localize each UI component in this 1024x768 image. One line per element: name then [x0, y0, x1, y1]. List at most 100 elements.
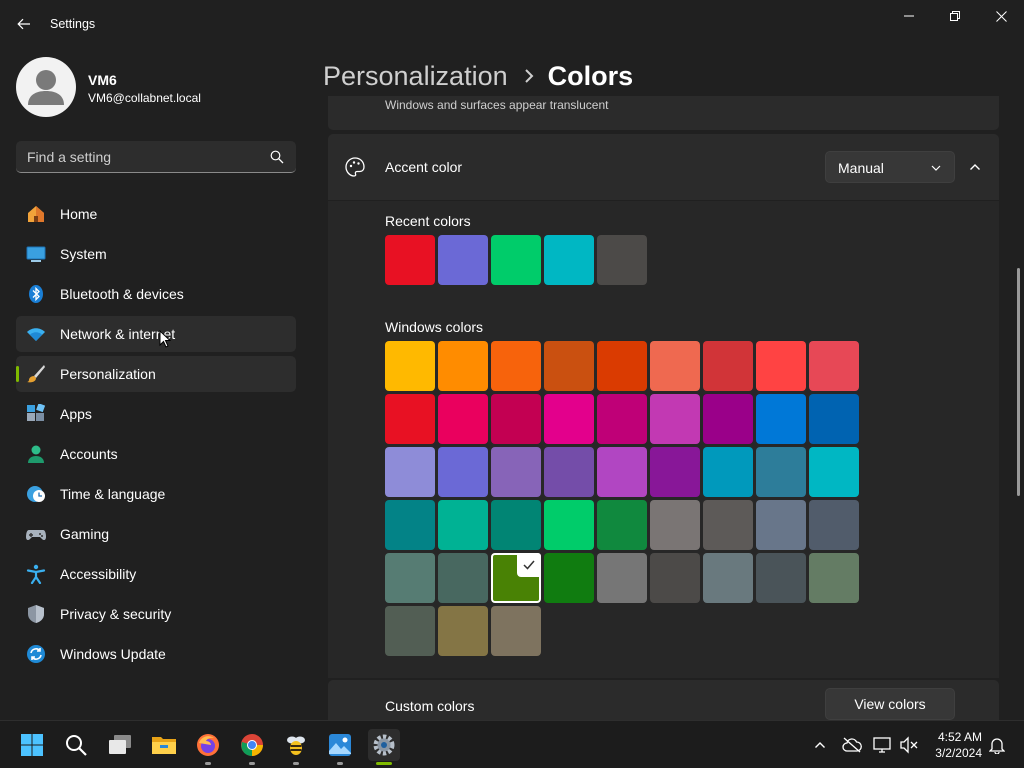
windows-color-swatch[interactable] [650, 500, 700, 550]
recent-color-swatch[interactable] [438, 235, 488, 285]
windows-color-swatch[interactable] [597, 500, 647, 550]
sidebar-item-network[interactable]: Network & internet [16, 316, 296, 352]
windows-color-swatch[interactable] [438, 394, 488, 444]
windows-color-swatch[interactable] [650, 341, 700, 391]
windows-color-swatch[interactable] [385, 447, 435, 497]
collapse-button[interactable] [961, 151, 989, 183]
sidebar-item-home[interactable]: Home [16, 196, 296, 232]
accent-color-panel: Recent colors Windows colors [328, 201, 999, 678]
windows-color-swatch[interactable] [385, 606, 435, 656]
windows-color-swatch[interactable] [544, 500, 594, 550]
selected-color-swatch[interactable] [491, 553, 541, 603]
windows-color-swatch[interactable] [756, 553, 806, 603]
recent-color-swatch[interactable] [385, 235, 435, 285]
windows-color-swatch[interactable] [491, 341, 541, 391]
windows-color-swatch[interactable] [385, 553, 435, 603]
sidebar-item-system[interactable]: System [16, 236, 296, 272]
sidebar-item-privacy-security[interactable]: Privacy & security [16, 596, 296, 632]
sidebar-item-accessibility[interactable]: Accessibility [16, 556, 296, 592]
taskbar-bee-app[interactable] [280, 729, 312, 765]
windows-color-swatch[interactable] [544, 553, 594, 603]
windows-color-swatch[interactable] [491, 447, 541, 497]
windows-color-swatch[interactable] [544, 447, 594, 497]
bee-app-icon [287, 736, 305, 755]
windows-color-swatch[interactable] [597, 394, 647, 444]
windows-color-swatch[interactable] [650, 394, 700, 444]
windows-color-swatch[interactable] [491, 500, 541, 550]
windows-color-swatch[interactable] [809, 553, 859, 603]
breadcrumb-parent[interactable]: Personalization [323, 61, 508, 92]
sidebar-item-windows-update[interactable]: Windows Update [16, 636, 296, 672]
windows-color-swatch[interactable] [491, 394, 541, 444]
windows-color-swatch[interactable] [703, 394, 753, 444]
close-icon [995, 10, 1007, 22]
restore-button[interactable] [932, 0, 978, 32]
windows-color-swatch[interactable] [809, 394, 859, 444]
windows-color-swatch[interactable] [597, 447, 647, 497]
windows-color-swatch[interactable] [385, 500, 435, 550]
mouse-cursor-icon [159, 330, 171, 348]
windows-color-swatch[interactable] [438, 553, 488, 603]
windows-color-swatch[interactable] [756, 394, 806, 444]
sidebar-item-label: Apps [60, 406, 92, 422]
taskbar-search-button[interactable] [60, 729, 92, 761]
windows-color-swatch[interactable] [597, 553, 647, 603]
minimize-button[interactable] [886, 0, 932, 32]
sidebar-item-bluetooth[interactable]: Bluetooth & devices [16, 276, 296, 312]
windows-color-swatch[interactable] [650, 447, 700, 497]
windows-color-swatch[interactable] [385, 394, 435, 444]
windows-color-swatch[interactable] [809, 500, 859, 550]
taskbar-settings[interactable] [368, 729, 400, 765]
taskbar-photos[interactable] [324, 729, 356, 765]
windows-color-swatch[interactable] [438, 341, 488, 391]
accent-color-header[interactable]: Accent color Manual [328, 134, 999, 200]
sidebar-item-gaming[interactable]: Gaming [16, 516, 296, 552]
search-icon[interactable] [270, 150, 284, 164]
sidebar-item-personalization[interactable]: Personalization [16, 356, 296, 392]
windows-color-swatch[interactable] [756, 447, 806, 497]
windows-color-swatch[interactable] [544, 394, 594, 444]
back-button[interactable] [10, 10, 38, 38]
transparency-effects-card[interactable]: Windows and surfaces appear translucent [328, 96, 999, 130]
taskbar-firefox[interactable] [192, 729, 224, 765]
start-button[interactable] [16, 729, 48, 761]
user-profile[interactable]: VM6 VM6@collabnet.local [16, 57, 306, 119]
windows-color-swatch[interactable] [703, 447, 753, 497]
notifications-button[interactable] [987, 735, 1007, 755]
taskbar-file-explorer[interactable] [148, 729, 180, 761]
windows-color-swatch[interactable] [385, 341, 435, 391]
speaker-muted-icon [900, 736, 918, 754]
windows-color-swatch[interactable] [809, 447, 859, 497]
network-tray-button[interactable] [873, 735, 893, 755]
windows-color-swatch[interactable] [703, 553, 753, 603]
show-hidden-icons-button[interactable] [810, 735, 830, 755]
taskbar-clock[interactable]: 4:52 AM 3/2/2024 [928, 729, 982, 761]
task-view-button[interactable] [104, 729, 136, 761]
volume-tray-button[interactable] [899, 735, 919, 755]
windows-color-swatch[interactable] [491, 606, 541, 656]
accent-mode-dropdown[interactable]: Manual [825, 151, 955, 183]
windows-color-swatch[interactable] [597, 341, 647, 391]
windows-color-swatch[interactable] [544, 341, 594, 391]
windows-color-swatch[interactable] [703, 341, 753, 391]
windows-color-swatch[interactable] [438, 606, 488, 656]
windows-color-swatch[interactable] [438, 447, 488, 497]
onedrive-tray-button[interactable] [842, 735, 862, 755]
windows-color-swatch[interactable] [438, 500, 488, 550]
taskbar-chrome[interactable] [236, 729, 268, 765]
recent-color-swatch[interactable] [491, 235, 541, 285]
windows-color-swatch[interactable] [809, 341, 859, 391]
search-input[interactable] [16, 141, 266, 172]
view-colors-button[interactable]: View colors [825, 688, 955, 720]
recent-color-swatch[interactable] [597, 235, 647, 285]
windows-color-swatch[interactable] [756, 341, 806, 391]
sidebar-item-apps[interactable]: Apps [16, 396, 296, 432]
close-button[interactable] [978, 0, 1024, 32]
recent-color-swatch[interactable] [544, 235, 594, 285]
windows-color-swatch[interactable] [650, 553, 700, 603]
windows-color-swatch[interactable] [756, 500, 806, 550]
scrollbar[interactable] [1017, 268, 1020, 496]
sidebar-item-time-language[interactable]: Time & language [16, 476, 296, 512]
windows-color-swatch[interactable] [703, 500, 753, 550]
sidebar-item-accounts[interactable]: Accounts [16, 436, 296, 472]
